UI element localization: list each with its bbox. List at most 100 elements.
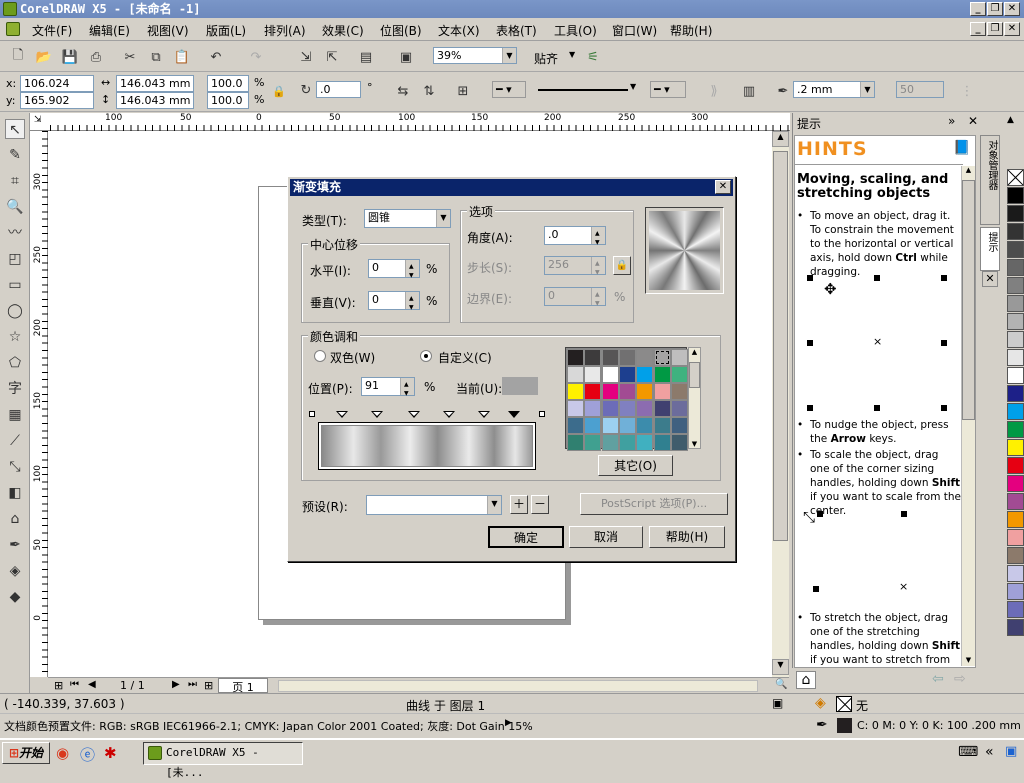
- scroll-down-icon[interactable]: ▼: [772, 659, 789, 675]
- gradient-stop-selected[interactable]: [508, 411, 520, 418]
- zoom-level-field[interactable]: 39% ▼: [433, 47, 517, 64]
- horizontal-scrollbar[interactable]: [278, 680, 758, 692]
- color-swatch[interactable]: [618, 417, 636, 434]
- ie-icon[interactable]: ⓔ: [80, 744, 95, 765]
- custom-radio[interactable]: [420, 350, 432, 362]
- color-swatch[interactable]: [584, 400, 602, 417]
- copy-icon[interactable]: ⧉: [147, 48, 165, 66]
- add-page-icon[interactable]: ⊞: [54, 679, 63, 692]
- eyedropper-tool-icon[interactable]: ⌂: [5, 509, 25, 529]
- palette-swatch[interactable]: [1007, 223, 1024, 240]
- page-tab[interactable]: 页 1: [218, 678, 268, 694]
- hints-scrollbar[interactable]: ▲ ▼: [961, 166, 975, 666]
- color-swatch[interactable]: [653, 349, 671, 366]
- print-icon[interactable]: ⎙: [87, 48, 105, 66]
- scroll-thumb[interactable]: [689, 362, 700, 388]
- color-swatch[interactable]: [618, 366, 636, 383]
- color-swatch[interactable]: [584, 366, 602, 383]
- fill-tool-icon[interactable]: ◈: [5, 561, 25, 581]
- polygon-tool-icon[interactable]: ☆: [5, 327, 25, 347]
- home-icon[interactable]: ⌂: [796, 671, 816, 689]
- palette-swatch[interactable]: [1007, 529, 1024, 546]
- no-color-swatch[interactable]: [1007, 169, 1024, 186]
- palette-swatch[interactable]: [1007, 349, 1024, 366]
- scale-x-field[interactable]: 100.0: [207, 75, 249, 92]
- chrome-icon[interactable]: ◉: [56, 744, 69, 762]
- app-shortcut-icon[interactable]: ✱: [104, 744, 117, 762]
- color-swatch[interactable]: [601, 417, 619, 434]
- mirror-vertical-icon[interactable]: ⇅: [420, 82, 438, 100]
- start-button[interactable]: ⊞开始: [2, 742, 50, 764]
- help-book-icon[interactable]: 📘: [953, 140, 970, 156]
- dimension-tool-icon[interactable]: ⟋: [5, 431, 25, 451]
- docker-expand-icon[interactable]: »: [948, 114, 955, 128]
- palette-scroll-up-icon[interactable]: ▲: [1007, 115, 1014, 125]
- menu-tools[interactable]: 工具(O): [554, 22, 597, 39]
- menu-text[interactable]: 文本(X): [438, 22, 480, 39]
- position-input[interactable]: 91: [361, 377, 415, 401]
- redo-icon[interactable]: ↷: [247, 48, 265, 66]
- forward-icon[interactable]: ⇨: [954, 671, 966, 687]
- custom-label[interactable]: 自定义(C): [438, 349, 492, 366]
- shape-tool-icon[interactable]: ✎: [5, 145, 25, 165]
- color-swatch[interactable]: [567, 400, 584, 417]
- angle-spinner[interactable]: [591, 226, 605, 250]
- swatch-scrollbar[interactable]: ▲ ▼: [688, 347, 701, 449]
- color-swatch[interactable]: [636, 400, 654, 417]
- color-swatch[interactable]: [567, 434, 584, 451]
- connector-tool-icon[interactable]: ⤡: [5, 457, 25, 477]
- ellipse-tool-icon[interactable]: ◯: [5, 301, 25, 321]
- steps-spinner[interactable]: [591, 256, 605, 280]
- scroll-up-icon[interactable]: ▲: [962, 166, 975, 174]
- options-icon[interactable]: ⚟: [584, 48, 602, 66]
- palette-swatch[interactable]: [1007, 511, 1024, 528]
- horizontal-spinner[interactable]: [405, 259, 419, 283]
- ruler-corner-icon[interactable]: ⇲: [34, 115, 42, 125]
- scroll-thumb[interactable]: [962, 180, 975, 420]
- gradient-stop[interactable]: [336, 411, 348, 418]
- palette-swatch[interactable]: [1007, 457, 1024, 474]
- palette-swatch[interactable]: [1007, 205, 1024, 222]
- color-swatch[interactable]: [567, 349, 584, 366]
- doc-close-button[interactable]: ✕: [1004, 22, 1020, 36]
- menu-file[interactable]: 文件(F): [32, 22, 72, 39]
- chevron-down-icon[interactable]: ▼: [860, 82, 874, 97]
- maximize-button[interactable]: ❐: [987, 2, 1003, 16]
- scroll-thumb[interactable]: [773, 151, 788, 541]
- import-icon[interactable]: ⇲: [297, 48, 315, 66]
- rectangle-tool-icon[interactable]: ▭: [5, 275, 25, 295]
- table-tool-icon[interactable]: ▦: [5, 405, 25, 425]
- add-preset-button[interactable]: ＋: [510, 495, 528, 514]
- presets-select[interactable]: ▼: [366, 495, 502, 515]
- ok-button[interactable]: 确定: [488, 526, 564, 548]
- current-color-swatch[interactable]: [502, 377, 538, 395]
- dialog-close-button[interactable]: ✕: [715, 180, 731, 194]
- color-swatch[interactable]: [653, 400, 671, 417]
- color-swatch[interactable]: [584, 349, 602, 366]
- palette-swatch[interactable]: [1007, 565, 1024, 582]
- color-swatch[interactable]: [601, 383, 619, 400]
- wrap-text-icon[interactable]: ⊞: [454, 82, 472, 100]
- menu-arrange[interactable]: 排列(A): [264, 22, 306, 39]
- hints-tab[interactable]: 提示: [980, 227, 1000, 271]
- palette-swatch[interactable]: [1007, 187, 1024, 204]
- menu-edit[interactable]: 编辑(E): [89, 22, 130, 39]
- gradient-bar[interactable]: [318, 422, 536, 470]
- color-swatch[interactable]: [567, 417, 584, 434]
- color-swatch[interactable]: [584, 434, 602, 451]
- gradient-end-marker[interactable]: [539, 411, 545, 417]
- freehand-tool-icon[interactable]: 〰: [5, 223, 25, 243]
- gradient-stop[interactable]: [371, 411, 383, 418]
- snap-to-label[interactable]: 贴齐: [534, 50, 558, 67]
- color-swatch[interactable]: [636, 417, 654, 434]
- color-swatch[interactable]: [636, 349, 654, 366]
- palette-swatch[interactable]: [1007, 619, 1024, 636]
- color-swatch[interactable]: [601, 366, 619, 383]
- cut-icon[interactable]: ✂: [121, 48, 139, 66]
- two-color-radio[interactable]: [314, 350, 326, 362]
- color-swatch[interactable]: [584, 417, 602, 434]
- type-select[interactable]: 圆锥 ▼: [364, 209, 451, 228]
- color-swatch[interactable]: [670, 349, 688, 366]
- paste-icon[interactable]: 📋: [173, 48, 191, 66]
- keyboard-icon[interactable]: ⌨: [958, 744, 978, 760]
